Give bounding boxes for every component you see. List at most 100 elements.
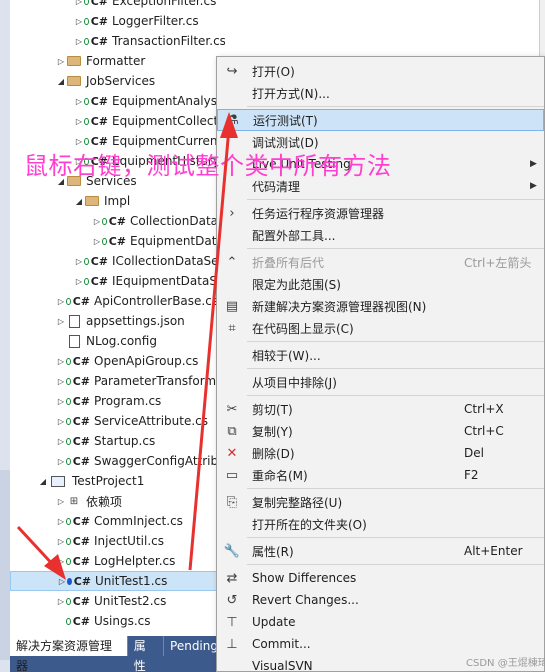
- expand-arrow-icon[interactable]: ▷: [56, 511, 66, 531]
- menu-item[interactable]: › 任务运行程序资源管理器: [217, 202, 544, 224]
- expand-arrow-icon[interactable]: ▷: [74, 251, 84, 271]
- solution-explorer-tree[interactable]: ▷ C# ExceptionFilter.cs ▷ C# LoggerFilter.cs ▷…: [10, 0, 225, 632]
- expand-arrow-icon[interactable]: ▷: [56, 411, 66, 431]
- tree-row[interactable]: C# Usings.cs: [10, 611, 225, 631]
- bottom-tab[interactable]: 属性: [128, 636, 165, 672]
- menu-item[interactable]: ⎘ 复制完整路径(U): [217, 491, 544, 513]
- menu-item[interactable]: ⊤ Update: [217, 611, 544, 633]
- tree-row[interactable]: ◢ Impl: [10, 191, 225, 211]
- expand-arrow-icon[interactable]: ▷: [92, 231, 102, 251]
- menu-item[interactable]: 🔧 属性(R) Alt+Enter: [217, 540, 544, 562]
- tree-row[interactable]: ▷ C# UnitTest1.cs: [10, 571, 225, 591]
- expand-arrow-icon[interactable]: ▷: [74, 0, 84, 11]
- expand-arrow-icon[interactable]: ▷: [74, 11, 84, 31]
- solution-explorer-bottom-tabs: 解决方案资源管理器 属性 Pending: [10, 636, 225, 672]
- expand-arrow-icon[interactable]: ▷: [74, 271, 84, 291]
- collapse-arrow-icon[interactable]: ◢: [38, 471, 48, 491]
- tree-row[interactable]: ▷ C# EquipmentAnalysisJob.cs: [10, 91, 225, 111]
- tree-row[interactable]: ▷ C# LogHelpter.cs: [10, 551, 225, 571]
- tree-row[interactable]: ▷ C# ICollectionDataService.cs: [10, 251, 225, 271]
- expand-arrow-icon[interactable]: ▷: [56, 531, 66, 551]
- tree-row[interactable]: ▷ C# Startup.cs: [10, 431, 225, 451]
- menu-item-label: 复制完整路径(U): [252, 495, 343, 510]
- collapse-arrow-icon[interactable]: ◢: [56, 71, 66, 91]
- commit-icon: ⊥: [226, 636, 238, 652]
- menu-item[interactable]: 相较于(W)...: [217, 344, 544, 366]
- expand-arrow-icon[interactable]: ▷: [74, 91, 84, 111]
- status-dot-icon: [84, 0, 89, 5]
- tree-row[interactable]: NLog.config: [10, 331, 225, 351]
- tree-row[interactable]: ▷ appsettings.json: [10, 311, 225, 331]
- tree-row[interactable]: ▷ C# UnitTest2.cs: [10, 591, 225, 611]
- expand-arrow-icon[interactable]: ▷: [56, 431, 66, 451]
- copy-icon: ⧉: [227, 423, 237, 439]
- tree-row[interactable]: ◢ TestProject1: [10, 471, 225, 491]
- tree-row[interactable]: ▷ C# OpenApiGroup.cs: [10, 351, 225, 371]
- csharp-file-icon: C#: [84, 271, 108, 291]
- tree-item-label: InjectUtil.cs: [94, 534, 164, 548]
- menu-item[interactable]: ▤ 新建解决方案资源管理器视图(N): [217, 295, 544, 317]
- expand-arrow-icon[interactable]: ▷: [56, 491, 66, 511]
- menu-item[interactable]: 限定为此范围(S): [217, 273, 544, 295]
- tree-row[interactable]: ▷ C# EquipmentDataService.cs: [10, 231, 225, 251]
- expand-arrow-icon[interactable]: ▷: [56, 451, 66, 471]
- csharp-file-icon: C#: [66, 591, 90, 611]
- expand-arrow-icon[interactable]: ▷: [56, 351, 66, 371]
- csharp-file-icon: C#: [66, 291, 90, 311]
- csharp-tag: C#: [73, 574, 91, 588]
- menu-item[interactable]: ⚗ 运行测试(T): [217, 109, 544, 131]
- menu-item[interactable]: 配置外部工具...: [217, 224, 544, 246]
- tree-row[interactable]: ▷ C# CollectionDataService.cs: [10, 211, 225, 231]
- tree-row[interactable]: ◢ JobServices: [10, 71, 225, 91]
- menu-item[interactable]: ⌗ 在代码图上显示(C): [217, 317, 544, 339]
- menu-item[interactable]: ▭ 重命名(M) F2: [217, 464, 544, 486]
- menu-item[interactable]: ⧉ 复制(Y) Ctrl+C: [217, 420, 544, 442]
- menu-item[interactable]: ⇄ Show Differences: [217, 567, 544, 589]
- new-view-icon: ▤: [225, 298, 239, 314]
- csharp-file-icon: C#: [102, 211, 126, 231]
- tree-row[interactable]: ▷ C# LoggerFilter.cs: [10, 11, 225, 31]
- menu-item[interactable]: 打开方式(N)...: [217, 82, 544, 104]
- tree-row[interactable]: ▷ C# IEquipmentDataService.cs: [10, 271, 225, 291]
- tree-row[interactable]: ▷ C# ParameterTransformer.cs: [10, 371, 225, 391]
- expand-arrow-icon[interactable]: ▷: [56, 391, 66, 411]
- tree-row[interactable]: ▷ C# Program.cs: [10, 391, 225, 411]
- expand-arrow-icon[interactable]: ▷: [92, 211, 102, 231]
- tree-row[interactable]: ▷ C# CommInject.cs: [10, 511, 225, 531]
- menu-item-label: 重命名(M): [252, 468, 308, 483]
- expand-arrow-icon[interactable]: ▷: [74, 111, 84, 131]
- tree-row[interactable]: ▷ C# ApiControllerBase.cs: [10, 291, 225, 311]
- tree-row[interactable]: ▷ C# ExceptionFilter.cs: [10, 0, 225, 11]
- collapse-arrow-icon[interactable]: ◢: [74, 191, 84, 211]
- menu-item[interactable]: ↺ Revert Changes...: [217, 589, 544, 611]
- tree-item-label: UnitTest2.cs: [94, 594, 167, 608]
- expand-arrow-icon[interactable]: ▷: [56, 591, 66, 611]
- menu-item[interactable]: 从项目中排除(J): [217, 371, 544, 393]
- csharp-tag: C#: [108, 214, 126, 228]
- menu-item[interactable]: ↪ 打开(O): [217, 60, 544, 82]
- tree-row[interactable]: ▷ C# ServiceAttribute.cs: [10, 411, 225, 431]
- tree-row[interactable]: ▷ Formatter: [10, 51, 225, 71]
- menu-item[interactable]: ✂ 剪切(T) Ctrl+X: [217, 398, 544, 420]
- status-dot-icon: [66, 297, 71, 305]
- collapse-all-icon: ⌃: [226, 254, 238, 270]
- expand-arrow-icon[interactable]: ▷: [56, 311, 66, 331]
- menu-item-label: 剪切(T): [252, 402, 293, 417]
- expand-arrow-icon[interactable]: ▷: [56, 371, 66, 391]
- tree-row[interactable]: ▷ C# SwaggerConfigAttribute.cs: [10, 451, 225, 471]
- menu-item[interactable]: ✕ 删除(D) Del: [217, 442, 544, 464]
- tree-row[interactable]: ▷ C# EquipmentCollectionJob.cs: [10, 111, 225, 131]
- expand-arrow-icon[interactable]: ▷: [56, 51, 66, 71]
- expand-arrow-icon[interactable]: ▷: [56, 551, 66, 571]
- tree-row[interactable]: ▷ C# TransactionFilter.cs: [10, 31, 225, 51]
- bottom-tab[interactable]: 解决方案资源管理器: [10, 636, 128, 672]
- tree-row[interactable]: ▷ ⊞ 依赖项: [10, 491, 225, 511]
- menu-item[interactable]: 打开所在的文件夹(O): [217, 513, 544, 535]
- expand-arrow-icon[interactable]: ▷: [56, 291, 66, 311]
- menu-item[interactable]: ⊥ Commit...: [217, 633, 544, 655]
- expand-arrow-icon: [56, 611, 66, 631]
- expand-arrow-icon[interactable]: ▷: [74, 31, 84, 51]
- tree-row[interactable]: ▷ C# InjectUtil.cs: [10, 531, 225, 551]
- status-dot-icon: [84, 137, 89, 145]
- expand-arrow-icon[interactable]: ▷: [57, 571, 67, 591]
